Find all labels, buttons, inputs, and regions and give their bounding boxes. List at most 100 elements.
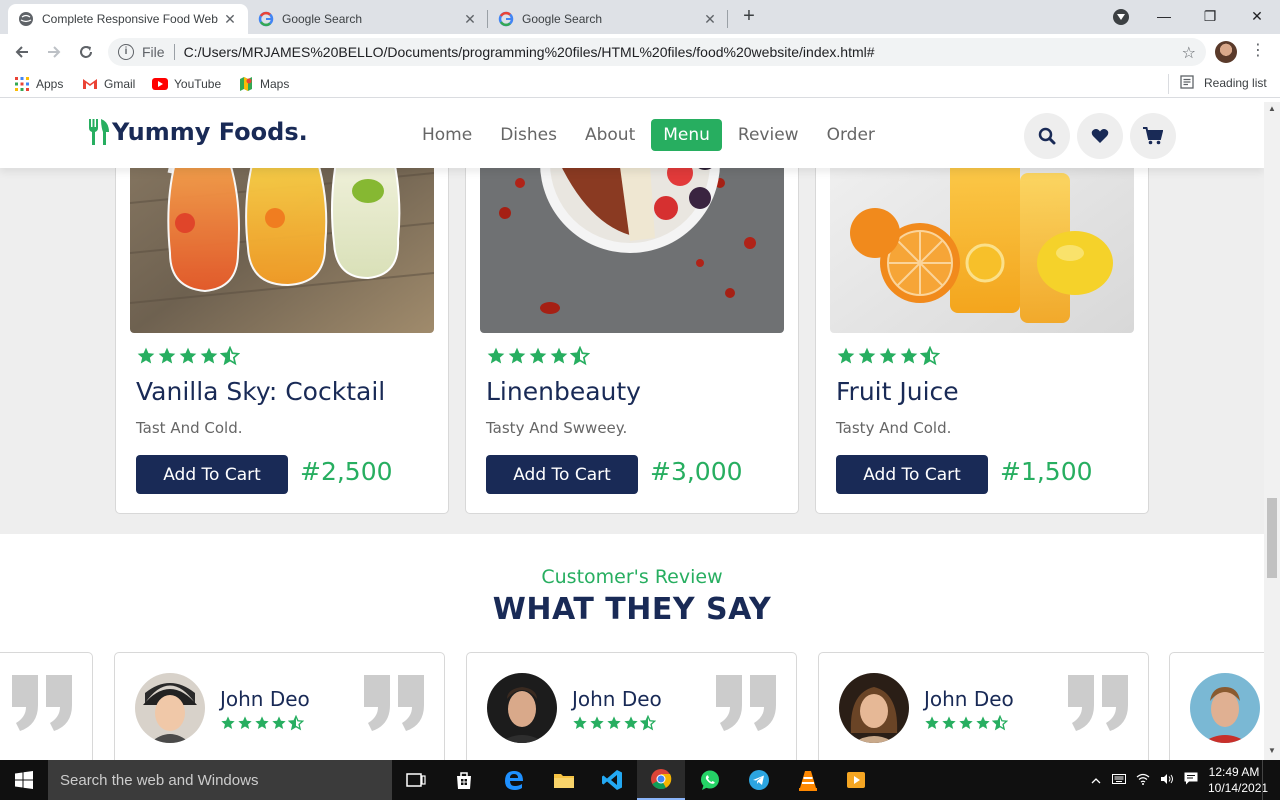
item-description: Tasty And Swweey. [486,419,628,437]
google-icon [498,11,514,27]
chrome-icon[interactable] [637,760,685,800]
close-icon[interactable]: ✕ [702,11,718,28]
new-tab-button[interactable]: + [738,6,760,28]
nav-home[interactable]: Home [410,119,484,151]
cart-icon[interactable] [1130,113,1176,159]
reviewer-avatar [1190,673,1260,743]
search-icon[interactable] [1024,113,1070,159]
nav-order[interactable]: Order [815,119,887,151]
wifi-icon[interactable] [1132,773,1154,788]
nav-about[interactable]: About [573,119,647,151]
heart-icon[interactable] [1077,113,1123,159]
rating-stars [572,715,656,731]
forward-arrow-icon[interactable] [42,40,66,64]
reviewer-avatar [135,673,205,743]
volume-icon[interactable] [1156,773,1178,788]
bookmark-maps[interactable]: Maps [238,75,289,93]
windows-start-icon[interactable] [0,760,48,800]
tab-separator [727,10,728,28]
task-view-icon[interactable] [392,760,440,800]
edge-icon[interactable] [490,760,538,800]
media-player-icon[interactable] [832,760,880,800]
page-scrollbar[interactable]: ▲ ▼ [1264,102,1280,760]
taskbar-clock[interactable]: 12:49 AM 10/14/2021 [1208,764,1268,796]
close-icon[interactable]: ✕ [462,11,478,28]
scroll-down-icon[interactable]: ▼ [1268,746,1276,755]
tab-food-website[interactable]: Complete Responsive Food Web ✕ [8,4,248,34]
profile-avatar[interactable] [1215,41,1237,63]
tab-title: Google Search [282,12,363,26]
reload-icon[interactable] [74,40,98,64]
tab-google-search-1[interactable]: Google Search ✕ [248,4,488,34]
bookmark-apps[interactable]: Apps [14,75,63,93]
nav-dishes[interactable]: Dishes [488,119,569,151]
reviewer-name: John Deo [924,687,1014,711]
url-text[interactable]: C:/Users/MRJAMES%20BELLO/Documents/progr… [184,44,875,60]
item-description: Tast And Cold. [136,419,243,437]
item-description: Tasty And Cold. [836,419,952,437]
clock-time: 12:49 AM [1208,765,1260,779]
rating-stars [924,715,1008,731]
telegram-icon[interactable] [735,760,783,800]
review-heading: WHAT THEY SAY [492,592,772,627]
tab-google-search-2[interactable]: Google Search ✕ [488,4,728,34]
star-icon [238,716,252,729]
scrollbar-thumb[interactable] [1267,498,1277,578]
tab-title: Google Search [522,12,603,26]
add-to-cart-button[interactable]: Add To Cart [836,455,988,494]
taskbar-search[interactable]: Search the web and Windows [48,760,392,800]
quote-icon [12,675,72,731]
rating-stars [136,346,240,366]
whatsapp-icon[interactable] [686,760,734,800]
bookmark-label: YouTube [174,77,222,91]
tab-title: Complete Responsive Food Web [42,12,218,26]
info-icon[interactable]: i [118,44,134,60]
menu-kebab-icon[interactable]: ⋮ [1250,42,1266,62]
show-desktop-button[interactable] [1262,760,1280,800]
nav-review[interactable]: Review [726,119,811,151]
star-icon [573,716,587,729]
browser-toolbar: i File C:/Users/MRJAMES%20BELLO/Document… [0,34,1280,70]
reviewer-avatar [839,673,909,743]
vlc-icon[interactable] [784,760,832,800]
reviewer-name: John Deo [220,687,310,711]
close-icon[interactable]: ✕ [222,11,238,28]
tab-search-icon[interactable] [1113,9,1129,25]
minimize-button[interactable]: — [1141,0,1187,32]
reading-list[interactable]: Reading list [1180,75,1267,91]
quote-icon [1068,675,1128,731]
back-arrow-icon[interactable] [10,40,34,64]
bookmark-star-icon[interactable]: ☆ [1182,43,1196,63]
site-logo[interactable]: Yummy Foods. [88,118,308,146]
vscode-icon[interactable] [588,760,636,800]
file-explorer-icon[interactable] [540,760,588,800]
nav-menu[interactable]: Menu [651,119,722,151]
review-card-partial [1169,652,1264,760]
add-to-cart-button[interactable]: Add To Cart [136,455,288,494]
star-icon [255,716,269,729]
system-tray [1088,760,1202,800]
star-icon [550,347,568,364]
restore-button[interactable]: ❐ [1187,0,1233,32]
add-to-cart-button[interactable]: Add To Cart [486,455,638,494]
quote-icon [716,675,776,731]
notification-message-icon[interactable] [1180,772,1202,788]
star-icon [837,347,855,364]
store-icon[interactable] [440,760,488,800]
address-bar[interactable]: i File C:/Users/MRJAMES%20BELLO/Document… [108,38,1206,66]
site-header: Yummy Foods. Home Dishes About Menu Revi… [0,102,1264,168]
window-close-button[interactable]: ✕ [1234,0,1280,32]
item-name: Linenbeauty [486,377,641,406]
keyboard-icon[interactable] [1108,773,1130,787]
star-icon [959,716,973,729]
quote-icon [364,675,424,731]
rating-stars [486,346,590,366]
scroll-up-icon[interactable]: ▲ [1268,104,1276,113]
review-subtitle: Customer's Review [541,566,723,588]
bookmark-gmail[interactable]: Gmail [82,75,135,93]
star-icon [487,347,505,364]
star-half-icon [570,346,590,366]
menu-card: Linenbeauty Tasty And Swweey. Add To Car… [465,102,799,514]
bookmark-youtube[interactable]: YouTube [152,75,221,93]
chevron-up-icon[interactable] [1088,773,1104,787]
